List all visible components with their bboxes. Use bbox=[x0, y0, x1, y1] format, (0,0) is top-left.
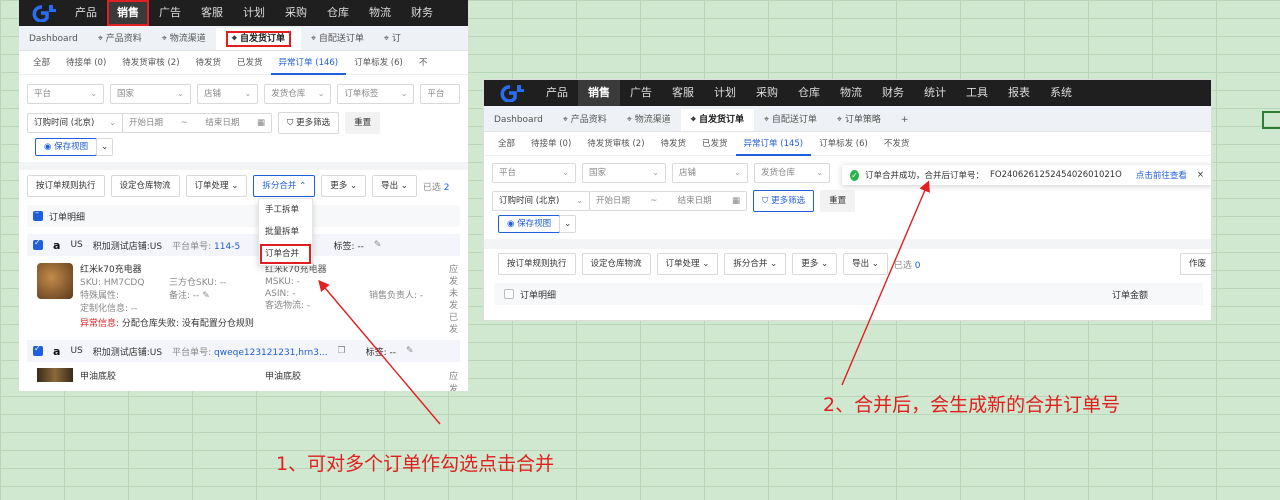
annotation-1: 1、可对多个订单作勾选点击合并 bbox=[276, 453, 555, 475]
annotation-2: 2、合并后，会生成新的合并订单号 bbox=[823, 394, 1121, 416]
annotation-arrows bbox=[318, 180, 930, 425]
arrow-2 bbox=[841, 180, 930, 386]
arrow-1 bbox=[318, 279, 441, 425]
cell-selection bbox=[1262, 111, 1280, 129]
